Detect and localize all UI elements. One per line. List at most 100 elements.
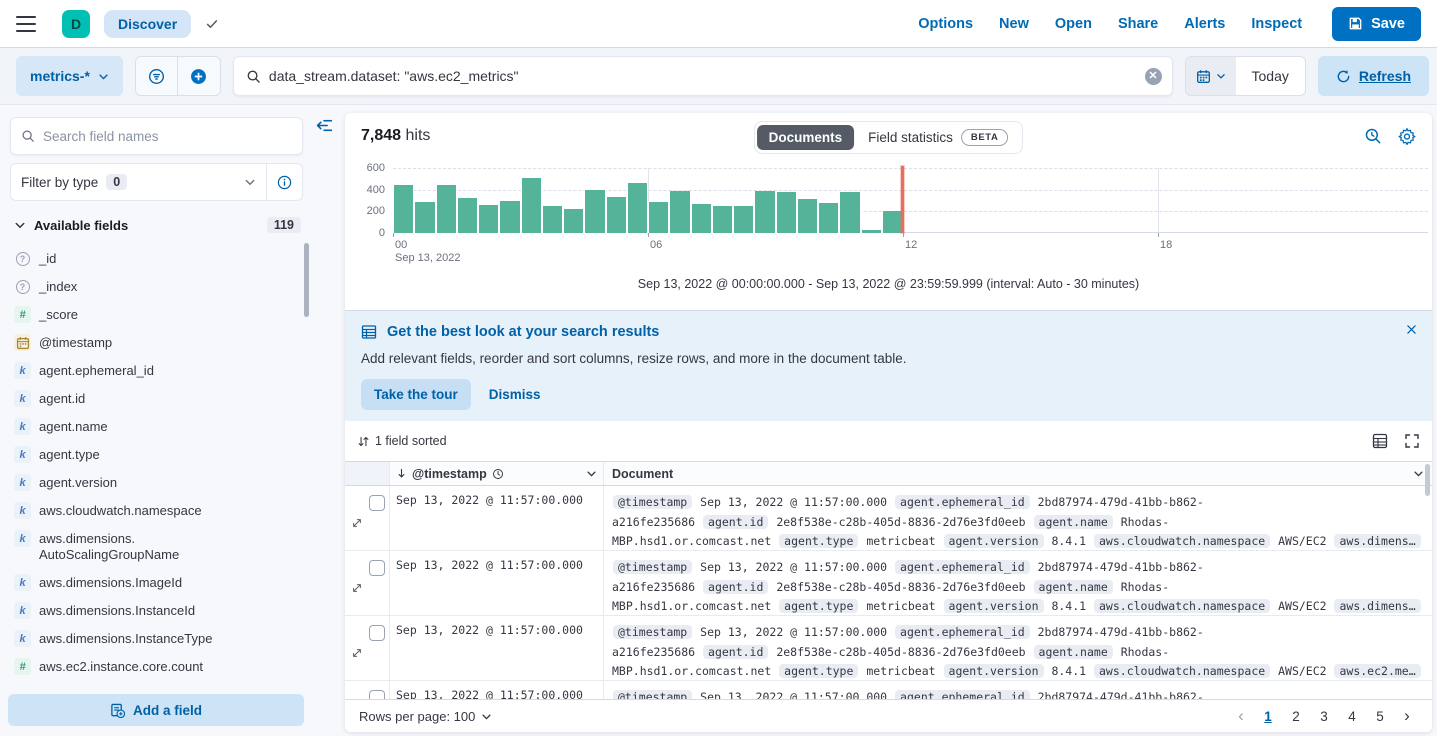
rows-per-page-button[interactable]: Rows per page: 100	[359, 709, 492, 724]
page-2[interactable]: 2	[1284, 704, 1308, 728]
close-icon[interactable]	[1405, 323, 1418, 336]
page-3[interactable]: 3	[1312, 704, 1336, 728]
timestamp-cell: Sep 13, 2022 @ 11:57:00.000	[390, 551, 604, 615]
histogram-bar[interactable]	[584, 190, 605, 233]
previous-page-icon[interactable]: ‹	[1230, 706, 1252, 726]
save-button[interactable]: Save	[1332, 7, 1421, 41]
page-5[interactable]: 5	[1368, 704, 1392, 728]
field-item-agent.version[interactable]: kagent.version	[14, 469, 303, 497]
column-menu-chevron-icon[interactable]	[1413, 468, 1424, 479]
clear-query-icon[interactable]: ✕	[1145, 68, 1162, 85]
nav-link-options[interactable]: Options	[918, 16, 973, 32]
gear-icon[interactable]	[1398, 127, 1416, 145]
space-avatar[interactable]: D	[62, 10, 90, 38]
field-item-agent.name[interactable]: kagent.name	[14, 413, 303, 441]
timestamp-column-header[interactable]: @timestamp	[390, 462, 604, 485]
row-checkbox[interactable]	[369, 625, 385, 641]
field-item-_id[interactable]: ?_id	[14, 245, 303, 273]
refresh-button[interactable]: Refresh	[1318, 56, 1429, 96]
histogram-bar[interactable]	[521, 178, 542, 233]
display-options-icon[interactable]	[1372, 433, 1388, 449]
histogram-bar[interactable]	[563, 209, 584, 233]
search-sessions-icon[interactable]	[1364, 127, 1382, 145]
field-item-@timestamp[interactable]: @timestamp	[14, 329, 303, 357]
field-item-agent.id[interactable]: kagent.id	[14, 385, 303, 413]
histogram-plot[interactable]: 00Sep 13, 2022061218	[393, 168, 1428, 233]
histogram-bar[interactable]	[436, 185, 457, 233]
nav-link-share[interactable]: Share	[1118, 16, 1158, 32]
nav-link-open[interactable]: Open	[1055, 16, 1092, 32]
field-search-input[interactable]	[43, 129, 292, 144]
histogram-bar[interactable]	[648, 202, 669, 233]
expand-document-icon[interactable]	[351, 626, 363, 680]
field-value: a216fe235686	[612, 580, 702, 594]
histogram-bar[interactable]	[733, 206, 754, 233]
expand-document-icon[interactable]	[351, 691, 363, 699]
column-menu-chevron-icon[interactable]	[586, 468, 597, 479]
menu-hamburger-icon[interactable]	[16, 16, 36, 32]
fullscreen-icon[interactable]	[1404, 433, 1420, 449]
histogram-bar[interactable]	[457, 198, 478, 233]
field-item-_score[interactable]: #_score	[14, 301, 303, 329]
dismiss-button[interactable]: Dismiss	[489, 387, 541, 402]
available-fields-header[interactable]: Available fields 119	[14, 217, 301, 233]
histogram-bar[interactable]	[818, 203, 839, 233]
grid-scrollbar[interactable]	[1425, 464, 1430, 496]
histogram-bar[interactable]	[776, 192, 797, 233]
page-1[interactable]: 1	[1256, 704, 1280, 728]
expand-document-icon[interactable]	[351, 496, 363, 550]
histogram-bar[interactable]	[393, 185, 414, 233]
row-checkbox[interactable]	[369, 690, 385, 699]
row-checkbox[interactable]	[369, 495, 385, 511]
histogram-bar[interactable]	[882, 211, 903, 233]
field-item-aws.dimensions.instancetype[interactable]: kaws.dimensions.InstanceType	[14, 625, 303, 653]
histogram-bar[interactable]	[542, 206, 563, 233]
saved-query-filter-icon[interactable]	[136, 57, 178, 95]
nav-link-inspect[interactable]: Inspect	[1251, 16, 1302, 32]
histogram-bar[interactable]	[797, 199, 818, 233]
take-tour-button[interactable]: Take the tour	[361, 379, 471, 410]
info-icon[interactable]	[266, 164, 302, 200]
histogram-bar[interactable]	[861, 230, 882, 233]
field-item-aws.ec2.instance.core.count[interactable]: #aws.ec2.instance.core.count	[14, 653, 303, 681]
field-item-aws.dimensions.autoscalinggroupname[interactable]: kaws.dimensions. AutoScalingGroupName	[14, 525, 303, 569]
filter-by-type-button[interactable]: Filter by type 0	[11, 174, 266, 190]
histogram-bar[interactable]	[754, 191, 775, 233]
nav-link-alerts[interactable]: Alerts	[1184, 16, 1225, 32]
sidebar-scrollbar[interactable]	[304, 243, 309, 317]
histogram-bar[interactable]	[839, 192, 860, 233]
histogram-bar[interactable]	[606, 197, 627, 233]
sorted-fields-button[interactable]: 1 field sorted	[357, 434, 447, 448]
data-view-picker[interactable]: metrics-*	[16, 56, 123, 96]
page-4[interactable]: 4	[1340, 704, 1364, 728]
tab-field-statistics[interactable]: Field statistics BETA	[856, 124, 1020, 151]
histogram-bar[interactable]	[691, 204, 712, 233]
add-field-button[interactable]: Add a field	[8, 694, 304, 726]
breadcrumb-discover[interactable]: Discover	[104, 10, 191, 38]
field-item-_index[interactable]: ?_index	[14, 273, 303, 301]
field-item-aws.dimensions.instanceid[interactable]: kaws.dimensions.InstanceId	[14, 597, 303, 625]
field-item-aws.cloudwatch.namespace[interactable]: kaws.cloudwatch.namespace	[14, 497, 303, 525]
histogram-bar[interactable]	[712, 206, 733, 233]
collapse-sidebar-icon[interactable]	[316, 117, 333, 134]
field-item-aws.dimensions.imageid[interactable]: kaws.dimensions.ImageId	[14, 569, 303, 597]
histogram-bar[interactable]	[478, 205, 499, 233]
tab-documents[interactable]: Documents	[757, 125, 855, 150]
add-filter-icon[interactable]	[178, 57, 220, 95]
nav-link-new[interactable]: New	[999, 16, 1029, 32]
documents-grid: @timestamp Document Sep 13, 2022 @ 11:57…	[345, 461, 1432, 699]
histogram-bar[interactable]	[627, 183, 648, 233]
histogram-bar[interactable]	[414, 202, 435, 233]
row-checkbox[interactable]	[369, 560, 385, 576]
histogram-bar[interactable]	[669, 191, 690, 233]
document-column-header[interactable]: Document	[604, 462, 1432, 485]
expand-document-icon[interactable]	[351, 561, 363, 615]
field-item-agent.type[interactable]: kagent.type	[14, 441, 303, 469]
date-range-label[interactable]: Today	[1236, 57, 1305, 95]
field-value: Rhodas-	[1114, 580, 1169, 594]
date-picker-calendar-button[interactable]	[1186, 57, 1236, 95]
next-page-icon[interactable]: ›	[1396, 706, 1418, 726]
query-input[interactable]	[269, 68, 1137, 84]
field-item-agent.ephemeral_id[interactable]: kagent.ephemeral_id	[14, 357, 303, 385]
histogram-bar[interactable]	[499, 201, 520, 233]
